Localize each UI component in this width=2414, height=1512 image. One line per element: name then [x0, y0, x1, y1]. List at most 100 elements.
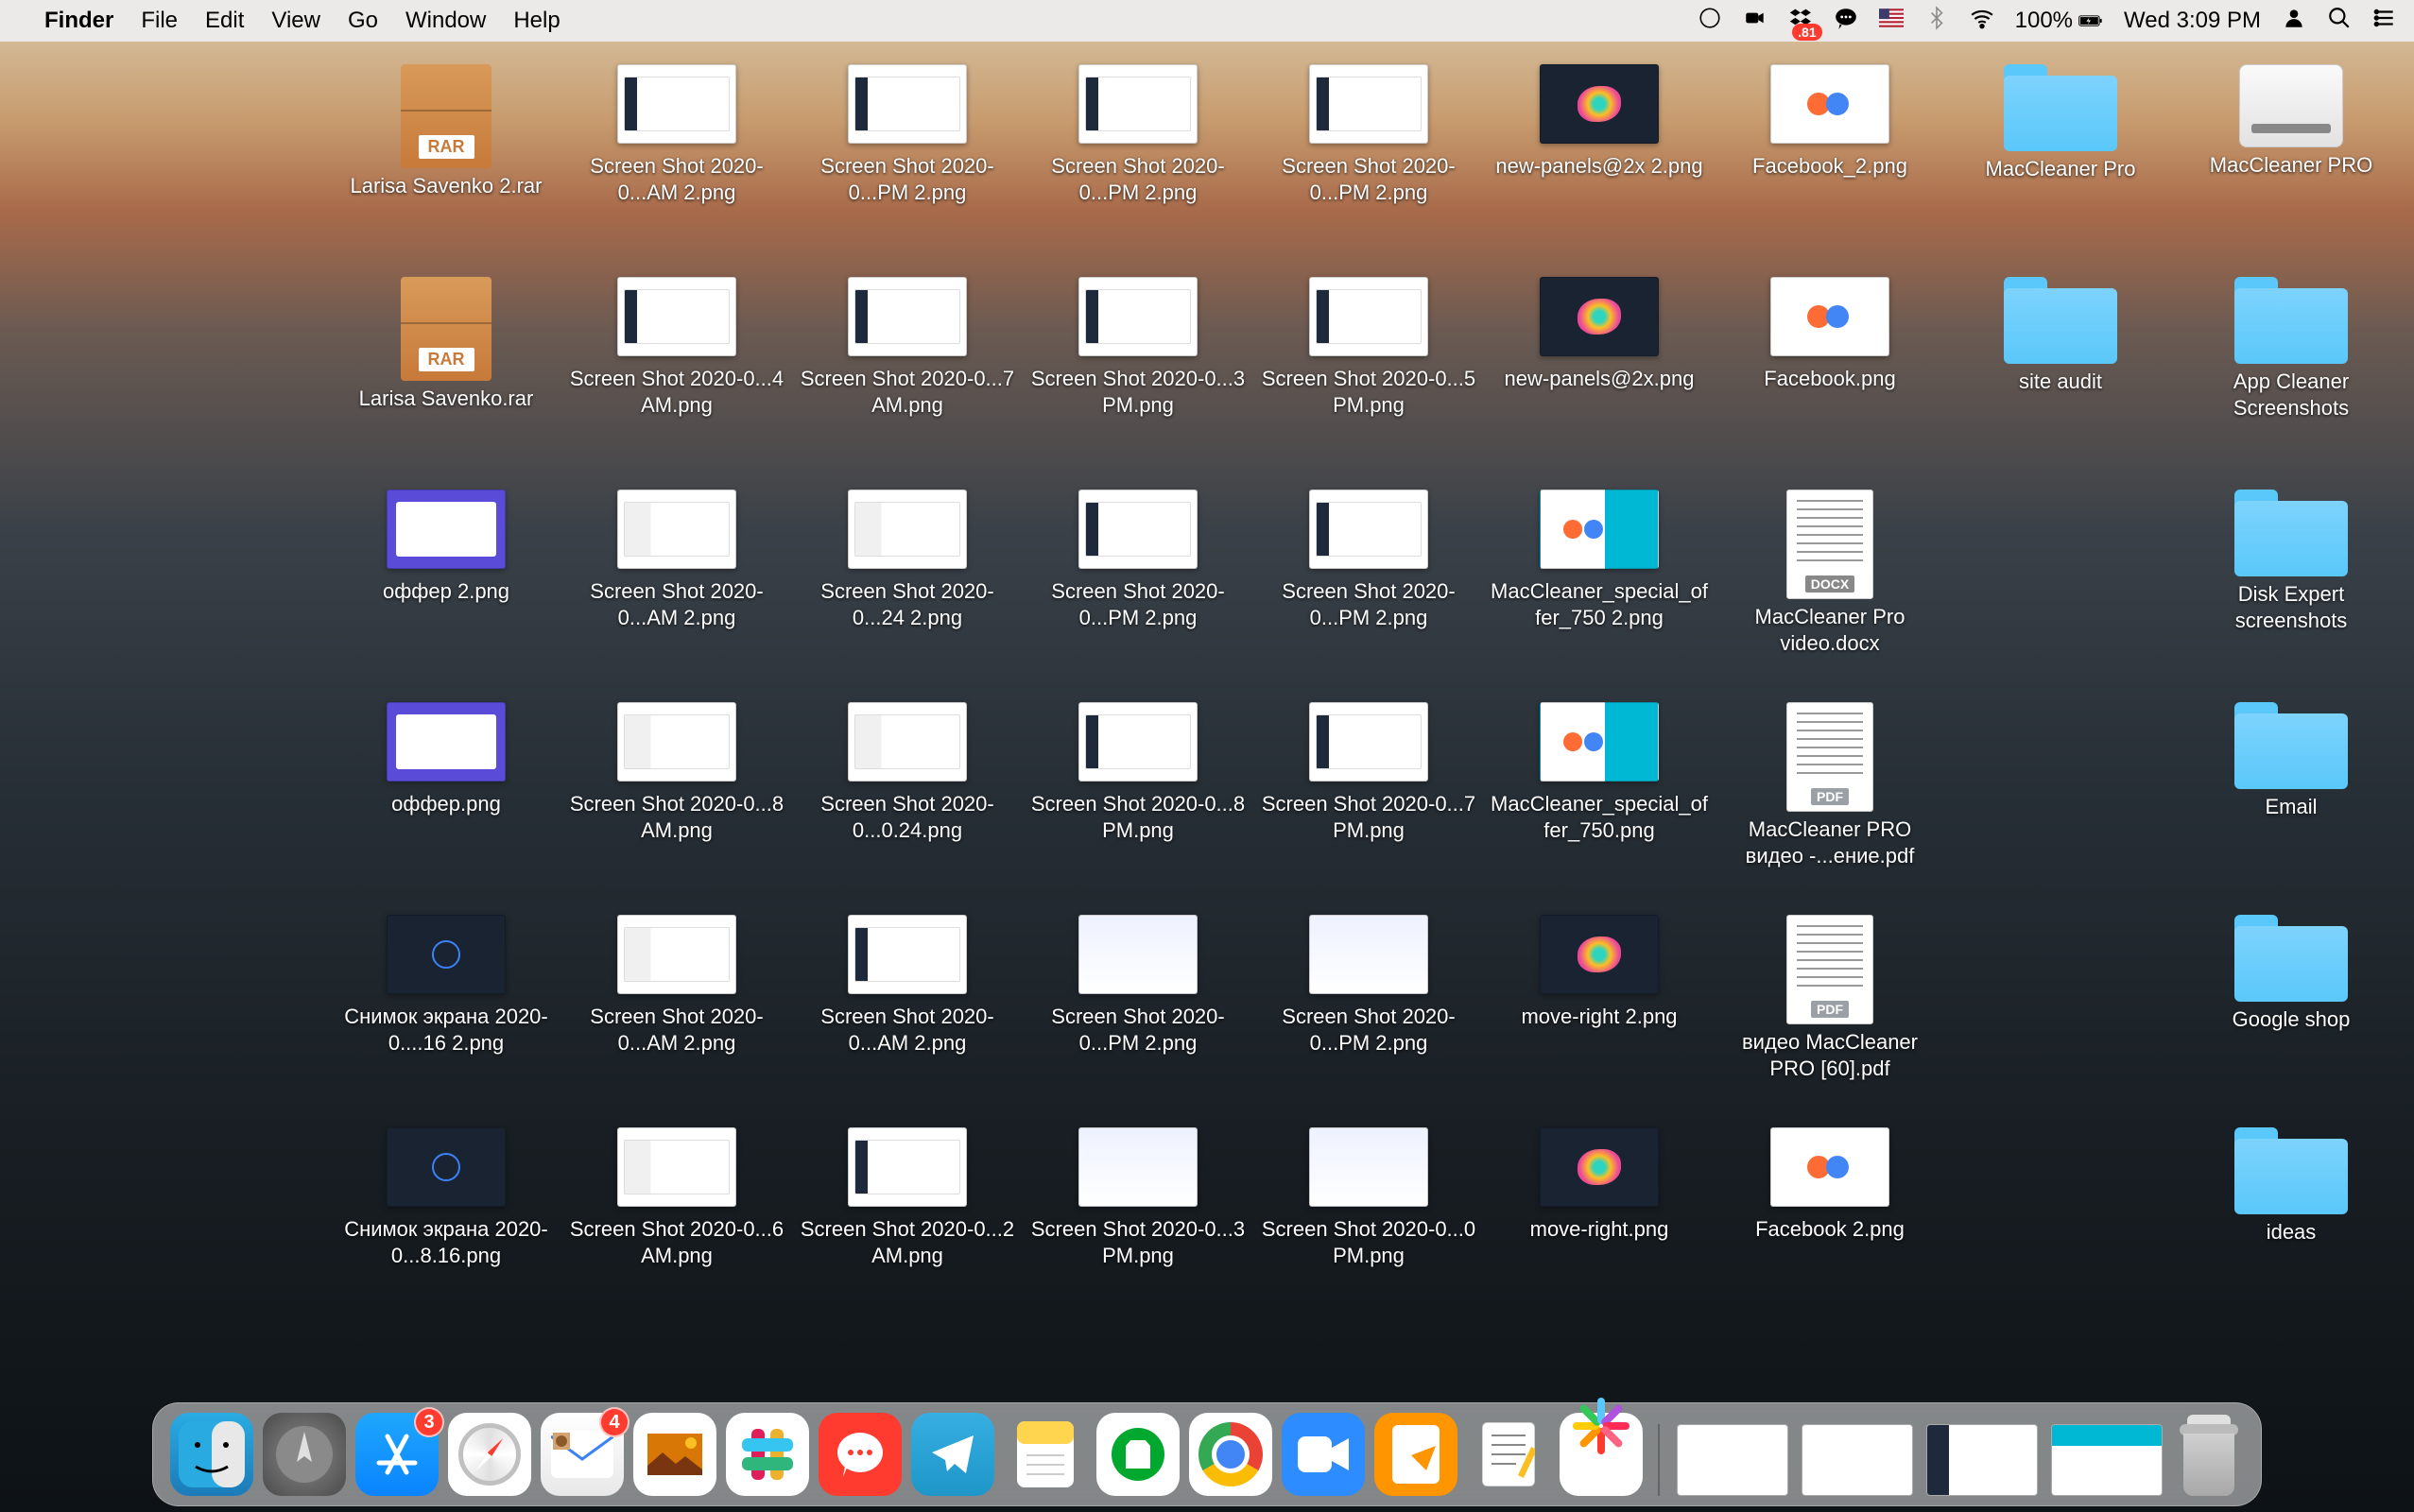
desktop-item[interactable]: Disk Expert screenshots: [2176, 482, 2406, 695]
desktop-item[interactable]: move-right.png: [1484, 1120, 1715, 1332]
dock-minimized-window[interactable]: [1926, 1424, 2038, 1496]
dock-trash[interactable]: [2174, 1413, 2244, 1496]
desktop-item-label: Disk Expert screenshots: [2182, 581, 2400, 634]
desktop-item[interactable]: Screen Shot 2020-0...AM 2.png: [792, 907, 1023, 1120]
desktop-item[interactable]: RARLarisa Savenko.rar: [331, 269, 561, 482]
desktop-item[interactable]: Screen Shot 2020-0...PM 2.png: [1023, 907, 1253, 1120]
bluetooth-icon[interactable]: [1924, 6, 1949, 37]
desktop-item[interactable]: Screen Shot 2020-0...2 AM.png: [792, 1120, 1023, 1332]
battery-status[interactable]: 100%: [2015, 8, 2103, 34]
menu-file[interactable]: File: [141, 8, 178, 34]
desktop-item[interactable]: Screen Shot 2020-0...0.24.png: [792, 695, 1023, 907]
desktop-item-label: Screen Shot 2020-0...6 AM.png: [568, 1216, 785, 1269]
desktop-item[interactable]: RARLarisa Savenko 2.rar: [331, 57, 561, 269]
desktop-item[interactable]: Screen Shot 2020-0...8 AM.png: [561, 695, 792, 907]
desktop-item[interactable]: MacCleaner Pro: [1945, 57, 2176, 269]
desktop-item[interactable]: Screen Shot 2020-0...AM 2.png: [561, 57, 792, 269]
desktop-item[interactable]: Screen Shot 2020-0...PM 2.png: [1023, 57, 1253, 269]
dock-textedit[interactable]: [1467, 1413, 1550, 1496]
rar-icon: RAR: [401, 64, 491, 168]
desktop-item[interactable]: Снимок экрана 2020-0....16 2.png: [331, 907, 561, 1120]
dock-mail[interactable]: 4: [541, 1413, 624, 1496]
desktop-item[interactable]: PDFвидео MacCleaner PRO [60].pdf: [1715, 907, 1945, 1120]
circle-icon[interactable]: [1698, 6, 1722, 37]
dock-finder[interactable]: [170, 1413, 253, 1496]
dock-telegram[interactable]: [911, 1413, 994, 1496]
desktop-item[interactable]: Screen Shot 2020-0...8 PM.png: [1023, 695, 1253, 907]
video-icon[interactable]: [1743, 6, 1767, 37]
desktop-item[interactable]: Screen Shot 2020-0...3 PM.png: [1023, 1120, 1253, 1332]
menu-view[interactable]: View: [271, 8, 320, 34]
desktop-item[interactable]: Screen Shot 2020-0...24 2.png: [792, 482, 1023, 695]
dock-minimized-window[interactable]: [1802, 1424, 1913, 1496]
dock-notes[interactable]: [1004, 1413, 1087, 1496]
desktop-item[interactable]: DOCXMacCleaner Pro video.docx: [1715, 482, 1945, 695]
desktop-item[interactable]: оффер.png: [331, 695, 561, 907]
chat-icon[interactable]: [1834, 6, 1858, 37]
desktop-item[interactable]: Screen Shot 2020-0...PM 2.png: [1023, 482, 1253, 695]
dock-evernote[interactable]: [1096, 1413, 1180, 1496]
desktop-item[interactable]: Facebook 2.png: [1715, 1120, 1945, 1332]
dock-slack[interactable]: [726, 1413, 809, 1496]
dock-zoom[interactable]: [1282, 1413, 1365, 1496]
clock[interactable]: Wed 3:09 PM: [2124, 8, 2261, 34]
dock-safari[interactable]: [448, 1413, 531, 1496]
menubar: Finder File Edit View Go Window Help .81…: [0, 0, 2414, 42]
desktop-item[interactable]: Google shop: [2176, 907, 2406, 1120]
desktop-item[interactable]: Screen Shot 2020-0...PM 2.png: [1253, 57, 1484, 269]
desktop-item[interactable]: Facebook_2.png: [1715, 57, 1945, 269]
desktop-item[interactable]: Screen Shot 2020-0...4 AM.png: [561, 269, 792, 482]
desktop-item-label: Screen Shot 2020-0...PM 2.png: [1029, 153, 1247, 206]
desktop-item[interactable]: MacCleaner_special_offer_750 2.png: [1484, 482, 1715, 695]
desktop-item[interactable]: Email: [2176, 695, 2406, 907]
desktop-item[interactable]: Screen Shot 2020-0...6 AM.png: [561, 1120, 792, 1332]
desktop-item[interactable]: Screen Shot 2020-0...PM 2.png: [1253, 907, 1484, 1120]
dock-pages[interactable]: [1374, 1413, 1457, 1496]
desktop-item[interactable]: ideas: [2176, 1120, 2406, 1332]
flag-icon[interactable]: [1879, 6, 1904, 37]
desktop-item[interactable]: Screen Shot 2020-0...PM 2.png: [792, 57, 1023, 269]
desktop-item[interactable]: site audit: [1945, 269, 2176, 482]
desktop-item[interactable]: PDFMacCleaner PRO видео -...ение.pdf: [1715, 695, 1945, 907]
dock-launchpad[interactable]: [263, 1413, 346, 1496]
desktop-item[interactable]: Screen Shot 2020-0...7 PM.png: [1253, 695, 1484, 907]
dock-minimized-window[interactable]: [2051, 1424, 2163, 1496]
desktop-item[interactable]: Screen Shot 2020-0...5 PM.png: [1253, 269, 1484, 482]
desktop-item[interactable]: Снимок экрана 2020-0...8.16.png: [331, 1120, 561, 1332]
desktop-item[interactable]: оффер 2.png: [331, 482, 561, 695]
desktop-item-label: видео MacCleaner PRO [60].pdf: [1721, 1029, 1939, 1082]
dock-app-store[interactable]: 3: [355, 1413, 439, 1496]
desktop-item[interactable]: Facebook.png: [1715, 269, 1945, 482]
desktop-item[interactable]: MacCleaner_special_offer_750.png: [1484, 695, 1715, 907]
dock-messenger[interactable]: [819, 1413, 902, 1496]
menu-window[interactable]: Window: [405, 8, 486, 34]
dock-photo-app[interactable]: [1560, 1413, 1643, 1496]
desktop-item[interactable]: Screen Shot 2020-0...7 AM.png: [792, 269, 1023, 482]
desktop-item[interactable]: Screen Shot 2020-0...AM 2.png: [561, 482, 792, 695]
desktop-item[interactable]: new-panels@2x 2.png: [1484, 57, 1715, 269]
image-thumbnail-icon: [617, 915, 736, 994]
control-center-icon[interactable]: [2372, 6, 2397, 37]
app-name[interactable]: Finder: [44, 8, 113, 34]
menu-go[interactable]: Go: [348, 8, 378, 34]
dock-minimized-window[interactable]: [1677, 1424, 1788, 1496]
desktop[interactable]: RARLarisa Savenko 2.rarScreen Shot 2020-…: [0, 47, 2414, 1399]
dock-chrome[interactable]: [1189, 1413, 1272, 1496]
desktop-item-label: MacCleaner PRO видео -...ение.pdf: [1721, 816, 1939, 869]
desktop-item[interactable]: Screen Shot 2020-0...3 PM.png: [1023, 269, 1253, 482]
image-thumbnail-icon: [1078, 490, 1198, 569]
desktop-item[interactable]: new-panels@2x.png: [1484, 269, 1715, 482]
desktop-item[interactable]: Screen Shot 2020-0...PM 2.png: [1253, 482, 1484, 695]
menu-edit[interactable]: Edit: [205, 8, 244, 34]
menu-help[interactable]: Help: [513, 8, 560, 34]
desktop-item[interactable]: App Cleaner Screenshots: [2176, 269, 2406, 482]
dropbox-icon[interactable]: .81: [1788, 6, 1813, 37]
desktop-item[interactable]: MacCleaner PRO: [2176, 57, 2406, 269]
wifi-icon[interactable]: [1970, 6, 1994, 37]
desktop-item[interactable]: Screen Shot 2020-0...AM 2.png: [561, 907, 792, 1120]
desktop-item[interactable]: move-right 2.png: [1484, 907, 1715, 1120]
spotlight-icon[interactable]: [2327, 6, 2352, 37]
dock-photos[interactable]: [633, 1413, 716, 1496]
user-icon[interactable]: [2282, 6, 2306, 37]
desktop-item[interactable]: Screen Shot 2020-0...0 PM.png: [1253, 1120, 1484, 1332]
